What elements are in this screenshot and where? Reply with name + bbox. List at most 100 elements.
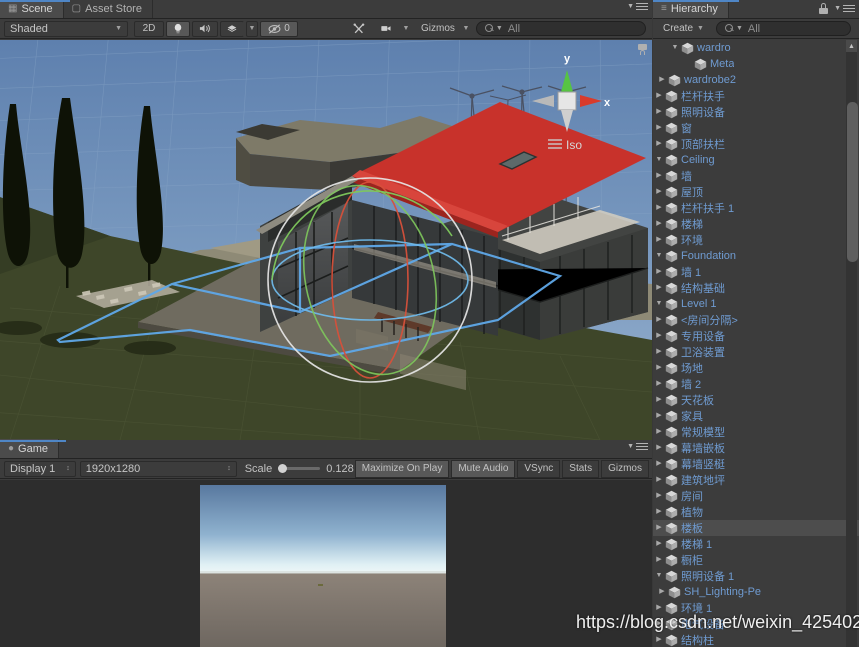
hierarchy-item[interactable]: ▶电气设备 [653, 616, 859, 632]
hierarchy-item[interactable]: ▼照明设备 1 [653, 568, 859, 584]
chevron-right-icon[interactable]: ▶ [653, 424, 665, 440]
chevron-right-icon[interactable]: ▶ [653, 360, 665, 376]
chevron-right-icon[interactable]: ▶ [653, 504, 665, 520]
maximize-on-play-button[interactable]: Maximize On Play [355, 460, 450, 478]
chevron-right-icon[interactable]: ▶ [653, 456, 665, 472]
hierarchy-item[interactable]: ▶墙 2 [653, 376, 859, 392]
fx-dropdown-button[interactable]: ▼ [246, 21, 258, 37]
hierarchy-item[interactable]: Meta [653, 56, 859, 72]
hierarchy-item[interactable]: ▶wardrobe2 [653, 72, 859, 88]
chevron-right-icon[interactable]: ▶ [653, 168, 665, 184]
lock-icon[interactable] [819, 3, 828, 14]
vsync-button[interactable]: VSync [517, 460, 560, 478]
chevron-right-icon[interactable]: ▶ [653, 632, 665, 647]
toggle-fx-button[interactable] [220, 21, 244, 37]
hierarchy-item[interactable]: ▶结构基础 [653, 280, 859, 296]
hierarchy-item[interactable]: ▶专用设备 [653, 328, 859, 344]
hierarchy-item[interactable]: ▶场地 [653, 360, 859, 376]
toggle-audio-button[interactable] [192, 21, 218, 37]
chevron-down-icon[interactable]: ▼ [669, 40, 681, 56]
hierarchy-item[interactable]: ▶SH_Lighting-Pe [653, 584, 859, 600]
scale-slider[interactable] [278, 467, 320, 470]
stats-button[interactable]: Stats [562, 460, 599, 478]
hierarchy-item[interactable]: ▶楼梯 1 [653, 536, 859, 552]
hierarchy-item[interactable]: ▶橱柜 [653, 552, 859, 568]
tab-hierarchy[interactable]: ≡ Hierarchy [653, 0, 729, 18]
gizmos-button[interactable]: Gizmos [414, 21, 458, 37]
chevron-right-icon[interactable]: ▶ [653, 120, 665, 136]
chevron-down-icon[interactable]: ▼ [653, 296, 665, 312]
chevron-right-icon[interactable]: ▶ [656, 72, 668, 88]
chevron-right-icon[interactable]: ▶ [653, 264, 665, 280]
hierarchy-item[interactable]: ▶环境 1 [653, 600, 859, 616]
hierarchy-scrollbar[interactable]: ▲ [845, 40, 858, 647]
hierarchy-panel-menu[interactable]: ▼ [819, 3, 855, 14]
chevron-down-icon[interactable]: ▼ [653, 568, 665, 584]
game-panel-menu[interactable]: ▼ [627, 443, 648, 450]
hierarchy-item[interactable]: ▶<房间分隔> [653, 312, 859, 328]
scene-camera-button[interactable] [374, 21, 398, 37]
hierarchy-item[interactable]: ▶天花板 [653, 392, 859, 408]
chevron-right-icon[interactable]: ▶ [653, 88, 665, 104]
hierarchy-item[interactable]: ▶墙 1 [653, 264, 859, 280]
hierarchy-item[interactable]: ▼Foundation [653, 248, 859, 264]
gizmos-dropdown-button[interactable]: ▼ [460, 21, 472, 37]
hierarchy-item[interactable]: ▶栏杆扶手 [653, 88, 859, 104]
hierarchy-item[interactable]: ▶常规模型 [653, 424, 859, 440]
hierarchy-item[interactable]: ▶幕墙嵌板 [653, 440, 859, 456]
camera-dropdown-button[interactable]: ▼ [400, 21, 412, 37]
resolution-dropdown[interactable]: 1920x1280 ↕ [80, 461, 237, 477]
scene-viewport[interactable]: y x Iso [0, 40, 652, 440]
chevron-right-icon[interactable]: ▶ [653, 408, 665, 424]
create-button[interactable]: Create ▼ [656, 21, 711, 37]
chevron-right-icon[interactable]: ▶ [653, 536, 665, 552]
hierarchy-item[interactable]: ▶窗 [653, 120, 859, 136]
tab-scene[interactable]: ▦ Scene [0, 0, 64, 18]
hierarchy-item[interactable]: ▶屋顶 [653, 184, 859, 200]
chevron-right-icon[interactable]: ▶ [653, 392, 665, 408]
chevron-right-icon[interactable]: ▶ [653, 184, 665, 200]
chevron-down-icon[interactable]: ▼ [653, 248, 665, 264]
chevron-right-icon[interactable]: ▶ [653, 552, 665, 568]
hierarchy-item[interactable]: ▶家具 [653, 408, 859, 424]
game-gizmos-button[interactable]: Gizmos [601, 460, 649, 478]
chevron-right-icon[interactable]: ▶ [653, 520, 665, 536]
chevron-right-icon[interactable]: ▶ [653, 472, 665, 488]
scrollbar-track[interactable] [846, 52, 857, 647]
chevron-right-icon[interactable]: ▶ [653, 280, 665, 296]
hierarchy-item[interactable]: ▶建筑地坪 [653, 472, 859, 488]
hierarchy-item[interactable]: ▶结构柱 [653, 632, 859, 647]
chevron-right-icon[interactable]: ▶ [653, 312, 665, 328]
hierarchy-item[interactable]: ▶楼梯 [653, 216, 859, 232]
toggle-2d-button[interactable]: 2D [134, 21, 164, 37]
toggle-lighting-button[interactable] [166, 21, 190, 37]
chevron-right-icon[interactable]: ▶ [653, 600, 665, 616]
chevron-right-icon[interactable]: ▶ [656, 584, 668, 600]
chevron-right-icon[interactable]: ▶ [653, 440, 665, 456]
hierarchy-item[interactable]: ▶环境 [653, 232, 859, 248]
tab-asset-store[interactable]: ▢ Asset Store [64, 0, 153, 18]
chevron-right-icon[interactable]: ▶ [653, 200, 665, 216]
chevron-right-icon[interactable]: ▶ [653, 216, 665, 232]
draw-mode-dropdown[interactable]: Shaded ▼ [4, 21, 128, 37]
hierarchy-tree[interactable]: ▼wardroMeta▶wardrobe2▶栏杆扶手▶照明设备▶窗▶顶部扶栏▼C… [653, 40, 859, 647]
chevron-right-icon[interactable]: ▶ [653, 616, 665, 632]
chevron-right-icon[interactable]: ▶ [653, 104, 665, 120]
mute-audio-button[interactable]: Mute Audio [451, 460, 515, 478]
chevron-right-icon[interactable]: ▶ [653, 344, 665, 360]
hierarchy-item[interactable]: ▶植物 [653, 504, 859, 520]
chevron-right-icon[interactable]: ▶ [653, 232, 665, 248]
hierarchy-item[interactable]: ▶房间 [653, 488, 859, 504]
tab-game[interactable]: ● Game [0, 439, 59, 458]
game-viewport[interactable] [0, 480, 652, 647]
scene-tools-button[interactable] [346, 21, 372, 37]
hierarchy-search-input[interactable]: ▼ All [716, 21, 851, 36]
view-gizmo[interactable]: y x Iso [524, 48, 610, 158]
hidden-objects-button[interactable]: 0 [260, 21, 298, 37]
display-dropdown[interactable]: Display 1 ↕ [4, 461, 76, 477]
scroll-up-button[interactable]: ▲ [846, 40, 857, 52]
hierarchy-item[interactable]: ▼Level 1 [653, 296, 859, 312]
chevron-down-icon[interactable]: ▼ [653, 152, 665, 168]
chevron-right-icon[interactable]: ▶ [653, 328, 665, 344]
hierarchy-item[interactable]: ▶顶部扶栏 [653, 136, 859, 152]
